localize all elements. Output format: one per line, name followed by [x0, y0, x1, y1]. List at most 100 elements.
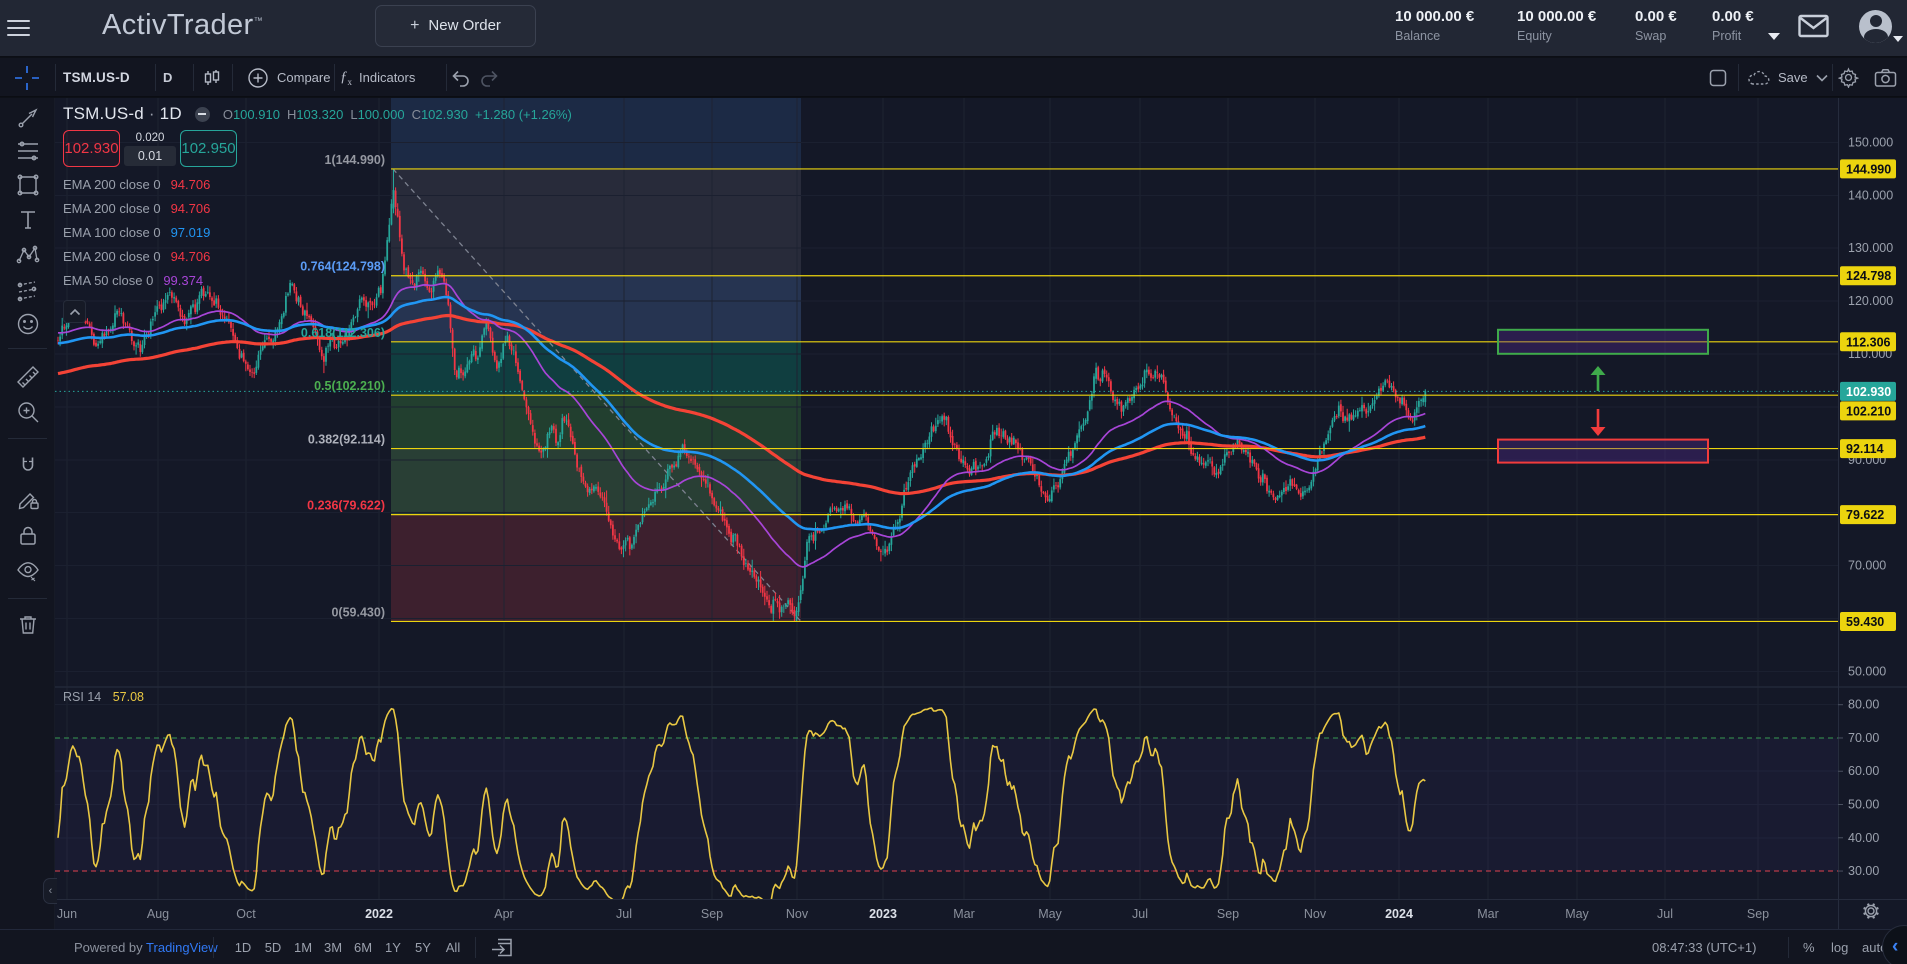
time-axis-label: 2024: [1385, 907, 1413, 921]
indicator-legend-rows: EMA 200 close 094.706EMA 200 close 094.7…: [63, 172, 572, 292]
crosshair-icon[interactable]: [14, 58, 40, 97]
zoom-in-tool[interactable]: [13, 397, 43, 427]
text-tool[interactable]: [13, 205, 43, 235]
timeframe-5d[interactable]: 5D: [258, 930, 288, 964]
settings-gear-icon[interactable]: [1838, 58, 1859, 97]
rsi-scale-label: 40.00: [1848, 831, 1879, 845]
timeframe-1m[interactable]: 1M: [288, 930, 318, 964]
tradingview-link[interactable]: TradingView: [146, 940, 218, 955]
forecast-tool[interactable]: [13, 275, 43, 305]
camera-icon[interactable]: [1874, 58, 1897, 97]
indicator-name[interactable]: EMA 200 close 0: [63, 177, 161, 192]
legend-change: +1.280 (+1.26%): [475, 107, 572, 122]
mail-icon[interactable]: [1798, 13, 1829, 44]
time-axis-label: Sep: [1747, 907, 1769, 921]
fib-price-badge-text: 112.306: [1846, 335, 1891, 349]
spread-pips: 0.01: [124, 146, 176, 166]
timeframe-5y[interactable]: 5Y: [408, 930, 438, 964]
profile-dropdown-caret[interactable]: [1893, 36, 1903, 42]
interval-button[interactable]: D: [163, 58, 172, 97]
undo-icon[interactable]: [449, 66, 473, 90]
time-axis-label: Nov: [1304, 907, 1327, 921]
account-dropdown-caret[interactable]: [1768, 33, 1780, 40]
swap-summary: 0.00 € Swap: [1635, 8, 1677, 43]
fib-retracement-tool[interactable]: [13, 136, 43, 166]
rsi-legend: RSI 14 57.08: [63, 690, 144, 704]
rsi-value: 57.08: [113, 690, 144, 704]
menu-icon[interactable]: [7, 15, 43, 43]
indicator-name[interactable]: EMA 50 close 0: [63, 273, 153, 288]
xabcd-pattern-tool[interactable]: [13, 240, 43, 270]
timeframe-all[interactable]: All: [438, 930, 468, 964]
bottom-bar: Powered by TradingView 1D5D1M3M6M1Y5YAll…: [0, 929, 1907, 964]
compare-button[interactable]: Compare: [247, 58, 330, 97]
fib-price-badge-text: 92.114: [1846, 442, 1884, 456]
indicator-name[interactable]: EMA 100 close 0: [63, 225, 161, 240]
layout-icon[interactable]: [1708, 58, 1728, 97]
price-scale-label: 150.000: [1848, 135, 1893, 149]
equity-summary: 10 000.00 € Equity: [1517, 8, 1596, 43]
time-axis-label: Jul: [1132, 907, 1148, 921]
fib-label: 0.5(102.210): [314, 379, 385, 393]
emoji-tool[interactable]: [13, 309, 43, 339]
balance-summary: 10 000.00 € Balance: [1395, 8, 1474, 43]
symbol-button[interactable]: TSM.US-D: [63, 58, 130, 97]
rsi-scale-label: 30.00: [1848, 864, 1879, 878]
timeframe-6m[interactable]: 6M: [348, 930, 378, 964]
rsi-band: [55, 738, 1838, 871]
support-zone-box[interactable]: [1498, 440, 1708, 463]
clock[interactable]: 08:47:33 (UTC+1): [1652, 930, 1756, 964]
fib-label: 0.236(79.622): [307, 499, 385, 513]
price-scale-label: 140.000: [1848, 188, 1893, 202]
timeframe-1d[interactable]: 1D: [228, 930, 258, 964]
balance-label: Balance: [1395, 29, 1474, 43]
fib-band: [391, 395, 801, 448]
fib-price-badge-text: 59.430: [1846, 615, 1884, 629]
indicator-name[interactable]: EMA 200 close 0: [63, 201, 161, 216]
shapes-tool[interactable]: [13, 170, 43, 200]
hide-drawings-tool[interactable]: [13, 556, 43, 586]
legend-collapse-icon[interactable]: [63, 300, 86, 323]
new-order-button[interactable]: +New Order: [375, 5, 536, 47]
time-axis-label: May: [1038, 907, 1062, 921]
price-scale-label: 50.000: [1848, 664, 1886, 678]
legend-ohlc: O100.910H103.320L100.000C102.930+1.280 (…: [223, 107, 572, 122]
timeframe-1y[interactable]: 1Y: [378, 930, 408, 964]
remove-drawings-tool[interactable]: [13, 610, 43, 640]
magnet-tool[interactable]: [13, 451, 43, 481]
go-to-date-icon[interactable]: [490, 936, 514, 964]
fib-label: 0(59.430): [331, 605, 385, 619]
plus-icon: +: [410, 17, 419, 34]
time-axis-label: Apr: [494, 907, 513, 921]
ruler-tool[interactable]: [13, 362, 43, 392]
avatar[interactable]: [1859, 10, 1892, 43]
indicator-value: 94.706: [171, 201, 211, 216]
balance-value: 10 000.00 €: [1395, 8, 1474, 25]
sell-bid-button[interactable]: 102.930: [63, 130, 120, 167]
indicator-name[interactable]: EMA 200 close 0: [63, 249, 161, 264]
log-scale-toggle[interactable]: log: [1831, 930, 1848, 964]
lock-all-tool[interactable]: [13, 521, 43, 551]
fib-label: 0.382(92.114): [308, 433, 385, 447]
indicator-row: EMA 50 close 099.374: [63, 268, 572, 292]
buy-ask-button[interactable]: 102.950: [180, 130, 237, 167]
legend-minimize-icon[interactable]: [195, 107, 210, 122]
fib-label: 0.618(112.306): [301, 326, 385, 340]
indicators-button[interactable]: ƒxIndicators: [340, 58, 415, 97]
swap-label: Swap: [1635, 29, 1677, 43]
percent-scale-toggle[interactable]: %: [1803, 930, 1815, 964]
timeframe-3m[interactable]: 3M: [318, 930, 348, 964]
chart-style-icon[interactable]: [201, 58, 223, 97]
equity-value: 10 000.00 €: [1517, 8, 1596, 25]
time-axis-label: Jul: [616, 907, 632, 921]
indicator-row: EMA 200 close 0 94.706: [63, 196, 572, 220]
draw-lock-tool[interactable]: [13, 485, 43, 515]
redo-icon[interactable]: [477, 66, 501, 90]
activtrader-app: ActivTrader™ +New Order 10 000.00 € Bala…: [0, 0, 1907, 964]
resistance-zone-box[interactable]: [1498, 330, 1708, 354]
sidebar-collapse-button[interactable]: ‹: [43, 878, 57, 904]
save-button[interactable]: Save: [1746, 58, 1829, 97]
legend-symbol[interactable]: TSM.US-d · 1D: [63, 104, 182, 124]
chevron-down-icon: [1815, 73, 1829, 83]
trend-line-tool[interactable]: [13, 103, 43, 133]
